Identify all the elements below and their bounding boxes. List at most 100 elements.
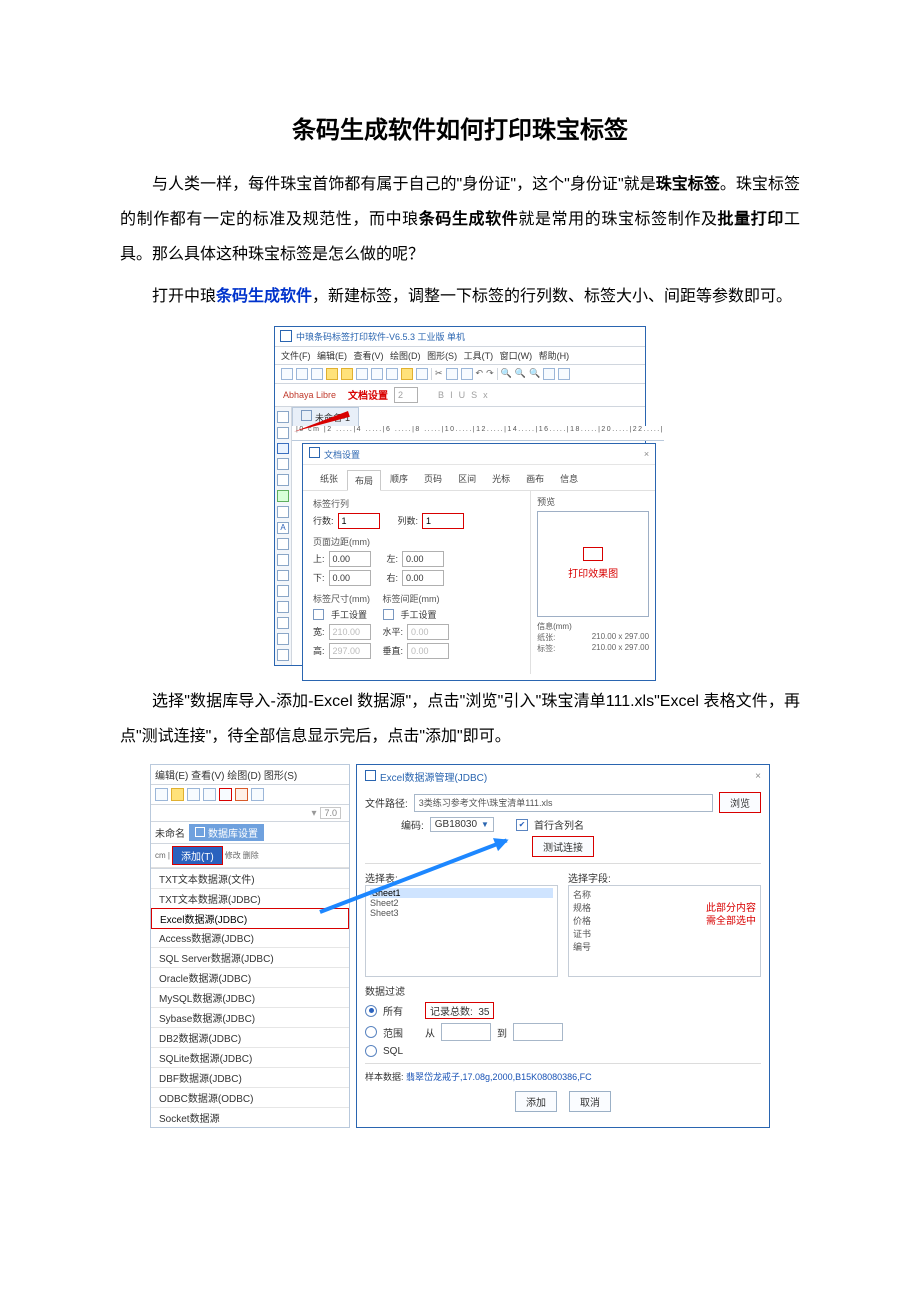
first-row-checkbox[interactable]: ✔	[516, 819, 528, 831]
hgap-input[interactable]: 0.00	[407, 624, 449, 640]
toolbar-button-highlight[interactable]	[219, 788, 232, 801]
datasource-item[interactable]: DB2数据源(JDBC)	[151, 1028, 349, 1048]
field-item[interactable]: 证书	[573, 927, 756, 940]
manual-size-checkbox[interactable]	[313, 609, 324, 620]
menu-shape[interactable]: 图形(S)	[427, 351, 457, 361]
modify-button[interactable]: 修改	[225, 850, 241, 861]
toolbar-button[interactable]	[326, 368, 338, 380]
margin-left-input[interactable]: 0.00	[402, 551, 444, 567]
toolbar-button[interactable]	[341, 368, 353, 380]
menu-window[interactable]: 窗口(W)	[500, 351, 533, 361]
rows-input[interactable]: 1	[338, 513, 380, 529]
curve-tool-icon[interactable]	[277, 585, 289, 597]
toolbar-button[interactable]	[401, 368, 413, 380]
cancel-button[interactable]: 取消	[569, 1091, 611, 1112]
width-input[interactable]: 210.00	[329, 624, 371, 640]
datasource-item[interactable]: TXT文本数据源(文件)	[151, 869, 349, 889]
font-size-value[interactable]: 7.0	[320, 807, 341, 819]
close-icon[interactable]: ×	[755, 771, 761, 782]
menu-help[interactable]: 帮助(H)	[539, 351, 570, 361]
zoom-icon[interactable]: 🔍	[515, 368, 526, 380]
radio-sql[interactable]	[365, 1045, 377, 1057]
toolbar-button[interactable]	[251, 788, 264, 801]
tool-icon[interactable]	[277, 427, 289, 439]
tool-icon[interactable]	[277, 633, 289, 645]
field-listbox[interactable]: 名称 规格 价格 证书 编号 此部分内容 需全部选中	[568, 885, 761, 977]
toolbar-button[interactable]	[543, 368, 555, 380]
font-name[interactable]: Abhaya Libre	[283, 390, 336, 400]
tab-range[interactable]: 区间	[451, 469, 483, 490]
height-input[interactable]: 297.00	[329, 643, 371, 659]
undo-icon[interactable]: ↶	[476, 368, 484, 380]
menu-edit[interactable]: 编辑(E)	[317, 351, 347, 361]
delete-button[interactable]: 删除	[243, 850, 259, 861]
vgap-input[interactable]: 0.00	[407, 643, 449, 659]
tab-paper[interactable]: 纸张	[313, 469, 345, 490]
cols-input[interactable]: 1	[422, 513, 464, 529]
margin-bottom-input[interactable]: 0.00	[329, 570, 371, 586]
toolbar-button[interactable]	[171, 788, 184, 801]
browse-button[interactable]: 浏览	[719, 792, 761, 813]
radio-all[interactable]	[365, 1005, 377, 1017]
barcode-tool-icon[interactable]	[277, 538, 289, 550]
datasource-item[interactable]: TXT文本数据源(JDBC)	[151, 889, 349, 909]
circle-tool-icon[interactable]	[277, 474, 289, 486]
menu-draw[interactable]: 绘图(D)	[390, 351, 421, 361]
image-tool-icon[interactable]	[277, 506, 289, 518]
encoding-select[interactable]: GB18030▼	[430, 817, 494, 832]
toolbar-button[interactable]	[461, 368, 473, 380]
menu-tool[interactable]: 工具(T)	[464, 351, 494, 361]
menu-file[interactable]: 文件(F)	[281, 351, 311, 361]
underline-icon[interactable]: U	[459, 390, 466, 400]
file-path-input[interactable]: 3类练习参考文件\珠宝清单111.xls	[414, 794, 713, 812]
margin-top-input[interactable]: 0.00	[329, 551, 371, 567]
grid-tool-icon[interactable]	[277, 490, 289, 502]
strike-icon[interactable]: S	[471, 390, 477, 400]
tab-layout[interactable]: 布局	[347, 470, 381, 491]
toolbar-button[interactable]	[155, 788, 168, 801]
manual-gap-checkbox[interactable]	[383, 609, 394, 620]
doc-tab-2[interactable]: 未命名	[155, 825, 185, 840]
sheet-item[interactable]: Sheet2	[370, 898, 553, 908]
toolbar-button[interactable]	[187, 788, 200, 801]
toolbar-button[interactable]	[416, 368, 428, 380]
tab-canvas[interactable]: 画布	[519, 469, 551, 490]
toolbar-button[interactable]	[386, 368, 398, 380]
field-item[interactable]: 名称	[573, 888, 756, 901]
tool-icon[interactable]	[277, 649, 289, 661]
text-tool-icon[interactable]: A	[277, 522, 289, 534]
range-from-input[interactable]	[441, 1023, 491, 1041]
tab-order[interactable]: 顺序	[383, 469, 415, 490]
tab-cursor[interactable]: 光标	[485, 469, 517, 490]
toolbar-button[interactable]	[296, 368, 308, 380]
toolbar-button[interactable]	[311, 368, 323, 380]
datasource-item[interactable]: MySQL数据源(JDBC)	[151, 988, 349, 1008]
font-size-input[interactable]: 2	[394, 387, 418, 403]
zoom-icon[interactable]: 🔍	[529, 368, 540, 380]
toolbar-button[interactable]	[235, 788, 248, 801]
tool-icon[interactable]	[277, 617, 289, 629]
rect-tool-icon[interactable]	[277, 458, 289, 470]
test-connection-button[interactable]: 测试连接	[532, 836, 594, 857]
close-icon[interactable]: ×	[644, 449, 649, 459]
tool-icon[interactable]	[277, 570, 289, 582]
qrcode-tool-icon[interactable]	[277, 554, 289, 566]
toolbar-button[interactable]	[356, 368, 368, 380]
zoom-icon[interactable]: 🔍	[501, 368, 512, 380]
add-datasource-button[interactable]: 添加(T)	[172, 846, 223, 865]
super-icon[interactable]: x	[483, 390, 488, 400]
add-button[interactable]: 添加	[515, 1091, 557, 1112]
bold-icon[interactable]: B	[438, 390, 444, 400]
sheet-item[interactable]: Sheet1	[370, 888, 553, 898]
datasource-item[interactable]: Access数据源(JDBC)	[151, 928, 349, 948]
toolbar-button[interactable]	[446, 368, 458, 380]
datasource-item[interactable]: Sybase数据源(JDBC)	[151, 1008, 349, 1028]
edit-tool-icon[interactable]	[277, 601, 289, 613]
radio-range[interactable]	[365, 1026, 377, 1038]
toolbar-button[interactable]	[281, 368, 293, 380]
italic-icon[interactable]: I	[450, 390, 453, 400]
datasource-item[interactable]: DBF数据源(JDBC)	[151, 1068, 349, 1088]
datasource-settings-tab[interactable]: 数据库设置	[189, 824, 264, 841]
toolbar-button[interactable]	[558, 368, 570, 380]
toolbar-button[interactable]	[371, 368, 383, 380]
